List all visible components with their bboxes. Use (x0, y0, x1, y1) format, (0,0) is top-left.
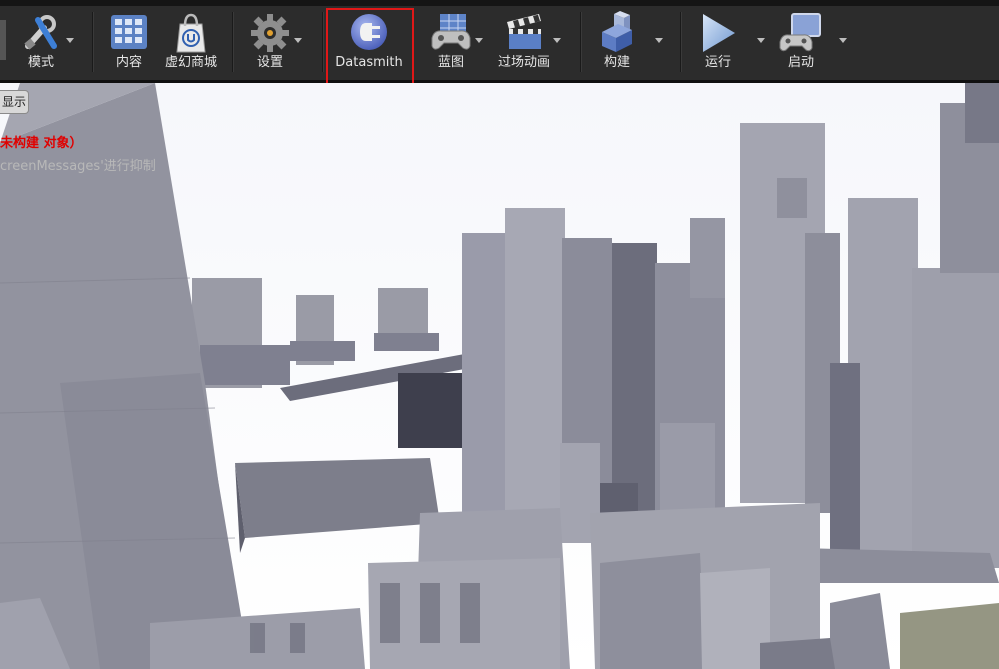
unbuilt-objects-warning: 未构建 对象） (0, 136, 83, 151)
toolbar-separator (232, 12, 234, 72)
build-label: 构建 (603, 55, 630, 70)
show-button[interactable]: 显示 (0, 90, 29, 114)
blueprints-label: 蓝图 (437, 55, 464, 70)
play-button[interactable]: 运行 (690, 6, 746, 76)
cinematics-label: 过场动画 (497, 55, 550, 70)
clapperboard-icon (507, 14, 541, 49)
cinematics-dropdown-icon[interactable] (553, 38, 561, 43)
launch-button[interactable]: 启动 (774, 6, 828, 76)
modes-label: 模式 (27, 55, 54, 70)
settings-gear-icon (251, 14, 289, 52)
blueprints-dropdown-icon[interactable] (475, 38, 483, 43)
launch-monitor-icon (779, 13, 821, 52)
marketplace-bag-icon (176, 13, 206, 53)
play-label: 运行 (704, 55, 731, 70)
cinematics-button[interactable]: 过场动画 (494, 6, 554, 76)
marketplace-label: 虚幻商城 (164, 55, 217, 70)
build-dropdown-icon[interactable] (655, 38, 663, 43)
modes-button[interactable]: 模式 (12, 6, 70, 76)
toolbar-left-edge (0, 20, 6, 60)
content-grid-icon (111, 15, 147, 49)
toolbar-separator (92, 12, 94, 72)
marketplace-button[interactable]: 虚幻商城 (160, 6, 222, 76)
launch-dropdown-icon[interactable] (839, 38, 847, 43)
toolbar-separator (680, 12, 682, 72)
level-viewport[interactable]: 显示 未构建 对象） creenMessages'进行抑制 (0, 83, 999, 669)
settings-dropdown-icon[interactable] (294, 38, 302, 43)
content-label: 内容 (115, 55, 142, 70)
build-button[interactable]: 构建 (594, 6, 640, 76)
launch-label: 启动 (787, 55, 814, 70)
play-icon (703, 14, 735, 52)
suppress-messages-hint: creenMessages'进行抑制 (0, 159, 156, 174)
modes-dropdown-icon[interactable] (66, 38, 74, 43)
play-dropdown-icon[interactable] (757, 38, 765, 43)
toolbar-separator (322, 12, 324, 72)
modes-tools-icon (24, 15, 57, 50)
build-blocks-icon (602, 11, 632, 52)
settings-label: 设置 (256, 55, 283, 70)
blueprint-gamepad-icon (431, 14, 471, 50)
blueprints-button[interactable]: 蓝图 (424, 6, 478, 76)
content-button[interactable]: 内容 (104, 6, 154, 76)
toolbar-separator (580, 12, 582, 72)
settings-button[interactable]: 设置 (244, 6, 296, 76)
